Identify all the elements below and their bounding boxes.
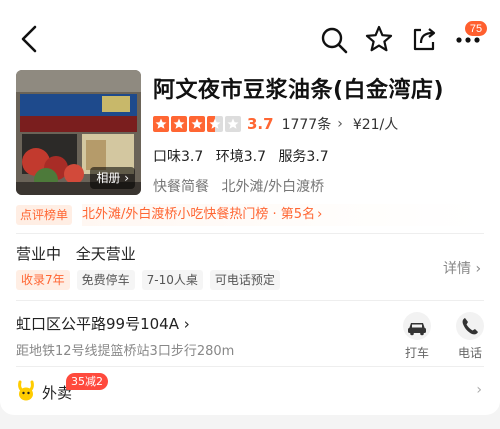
search-icon[interactable] [320,26,348,54]
sub-scores: 口味3.7 环境3.7 服务3.7 [153,146,337,166]
divider [16,366,484,367]
star-rating [153,116,241,132]
taxi-button[interactable]: 打车 [397,312,437,361]
rating-star-icon [225,116,241,132]
takeaway-row[interactable]: 外卖 35减2 › [16,373,484,406]
divider [16,300,484,301]
business-hours: 营业中 全天营业 [16,243,146,264]
ranking-tag: 点评榜单 [16,205,73,225]
feature-tag: 收录7年 [16,270,70,290]
share-icon[interactable] [410,25,438,53]
taxi-label: 打车 [404,346,429,360]
album-label: 相册 [96,171,121,185]
takeaway-mascot-icon [18,380,34,401]
feature-tag: 免费停车 [76,270,135,290]
ranking-banner[interactable]: 点评榜单 北外滩/外白渡桥小吃快餐热门榜 · 第5名 › [16,204,484,226]
area-label: 北外滩/外白渡桥 [221,179,325,195]
chevron-right-icon: › [317,207,323,222]
phone-icon [462,318,478,335]
taste-score: 口味3.7 [153,149,204,165]
feature-tags: 收录7年 免费停车 7-10人桌 可电话预定 [16,270,280,290]
rating-star-icon [153,116,169,132]
ranking-text: 北外滩/外白渡桥小吃快餐热门榜 · 第5名 › [82,204,484,226]
shop-card: 75 相册 › 阿文夜市豆浆油条(白金湾店) 3.7 1777条 › ¥21/人… [0,0,500,415]
chevron-right-icon: › [124,171,129,185]
back-arrow-icon[interactable] [18,24,40,54]
details-link[interactable]: 详情 › [443,258,481,278]
price-per-person: ¥21/人 [352,117,399,133]
address-text: 虹口区公平路99号104A [16,315,179,333]
review-count: 1777条 [281,117,332,133]
call-label: 电话 [457,346,482,360]
phone-icon-wrap [456,312,484,340]
chevron-right-icon: › [476,382,482,398]
rating-star-icon [207,116,223,132]
environment-score: 环境3.7 [215,149,266,165]
car-icon [408,323,426,336]
feature-tag: 可电话预定 [209,270,280,290]
rating-score: 3.7 [247,115,274,133]
promo-badge: 35减2 [66,373,108,390]
chevron-right-icon: › [475,261,482,277]
chevron-right-icon: › [337,116,343,132]
category-label: 快餐简餐 [153,179,209,195]
shop-name: 阿文夜市豆浆油条(白金湾店) [153,78,445,103]
top-bar: 75 [0,0,500,66]
service-score: 服务3.7 [278,149,329,165]
ranking-text-value: 北外滩/外白渡桥小吃快餐热门榜 · 第5名 [82,207,316,222]
address-link[interactable]: 虹口区公平路99号104A › [16,313,190,334]
taxi-icon-wrap [403,312,431,340]
rating-star-icon [171,116,187,132]
details-label: 详情 [443,261,471,277]
storefront-photo[interactable]: 相册 › [16,70,141,195]
chevron-right-icon: › [183,315,190,333]
hours-schedule: 全天营业 [75,245,136,263]
star-outline-icon[interactable] [365,25,393,53]
metro-distance: 距地铁12号线提篮桥站3口步行280m [16,344,235,359]
rating-row[interactable]: 3.7 1777条 › ¥21/人 [153,114,398,134]
divider [16,233,484,234]
notification-badge: 75 [464,20,488,37]
album-button[interactable]: 相册 › [90,167,135,189]
feature-tag: 7-10人桌 [141,270,203,290]
category-row: 快餐简餐 北外滩/外白渡桥 [153,176,332,196]
open-status: 营业中 [16,245,62,263]
call-button[interactable]: 电话 [450,312,490,361]
rating-star-icon [189,116,205,132]
